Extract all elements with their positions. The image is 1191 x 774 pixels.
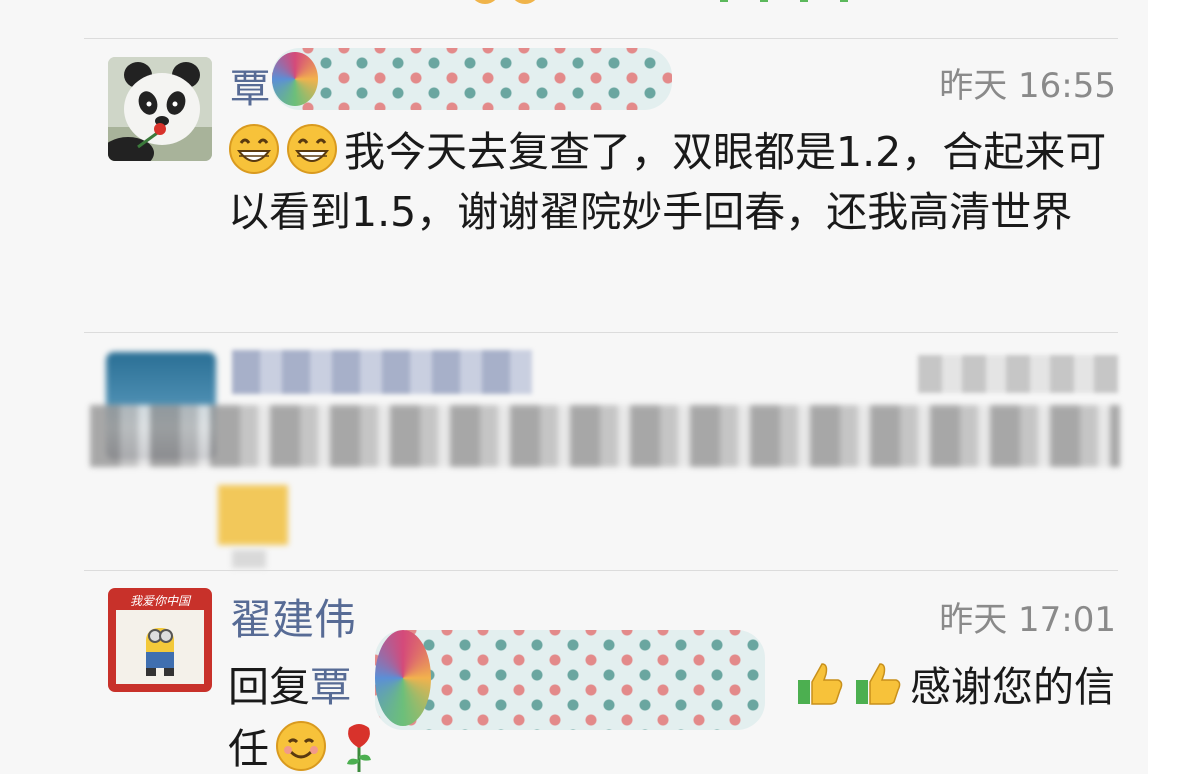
blurred-time-block bbox=[918, 355, 1118, 393]
comment-text-content: 我今天去复查了，双眼都是1.2，合起来可以看到1.5，谢谢翟院妙手回春，还我高清… bbox=[228, 128, 1107, 236]
avatar[interactable]: 我爱你中国 bbox=[108, 588, 212, 692]
blurred-text-line bbox=[90, 405, 1120, 467]
thumbs-up-icon bbox=[794, 658, 846, 710]
blurred-reply-name bbox=[375, 630, 765, 730]
blurred-emoji-block bbox=[218, 485, 288, 545]
commenter-name[interactable]: 覃 bbox=[230, 56, 270, 114]
comment-time: 昨天 17:01 bbox=[939, 600, 1116, 640]
divider-top bbox=[84, 38, 1118, 39]
comment-panel: 覃 昨天 16:55 我今天去复查了，双眼都是1.2，合起来可以看到1.5，谢谢… bbox=[0, 0, 1148, 774]
reply-prefix: 回复 bbox=[228, 663, 310, 711]
divider bbox=[84, 570, 1118, 571]
panda-avatar-icon bbox=[108, 57, 212, 161]
divider bbox=[84, 332, 1118, 333]
commenter-name[interactable]: 翟建伟 bbox=[230, 586, 356, 647]
grinning-face-icon bbox=[286, 123, 338, 175]
rose-icon bbox=[333, 720, 385, 772]
avatar[interactable] bbox=[108, 57, 212, 161]
grinning-face-icon bbox=[228, 123, 280, 175]
blurred-smudge bbox=[232, 550, 266, 568]
blurred-name-block bbox=[232, 350, 532, 394]
reply-to-name[interactable]: 覃 bbox=[310, 663, 351, 711]
comment-time: 昨天 16:55 bbox=[939, 66, 1116, 106]
minion-avatar-icon bbox=[116, 610, 204, 684]
blurred-name bbox=[272, 48, 672, 110]
top-cutoff-marks bbox=[720, 0, 860, 4]
thumbs-up-icon bbox=[852, 658, 904, 710]
top-cutoff-emojis bbox=[470, 0, 560, 4]
smiling-face-icon bbox=[275, 720, 327, 772]
comment-text: 我今天去复查了，双眼都是1.2，合起来可以看到1.5，谢谢翟院妙手回春，还我高清… bbox=[228, 122, 1118, 242]
